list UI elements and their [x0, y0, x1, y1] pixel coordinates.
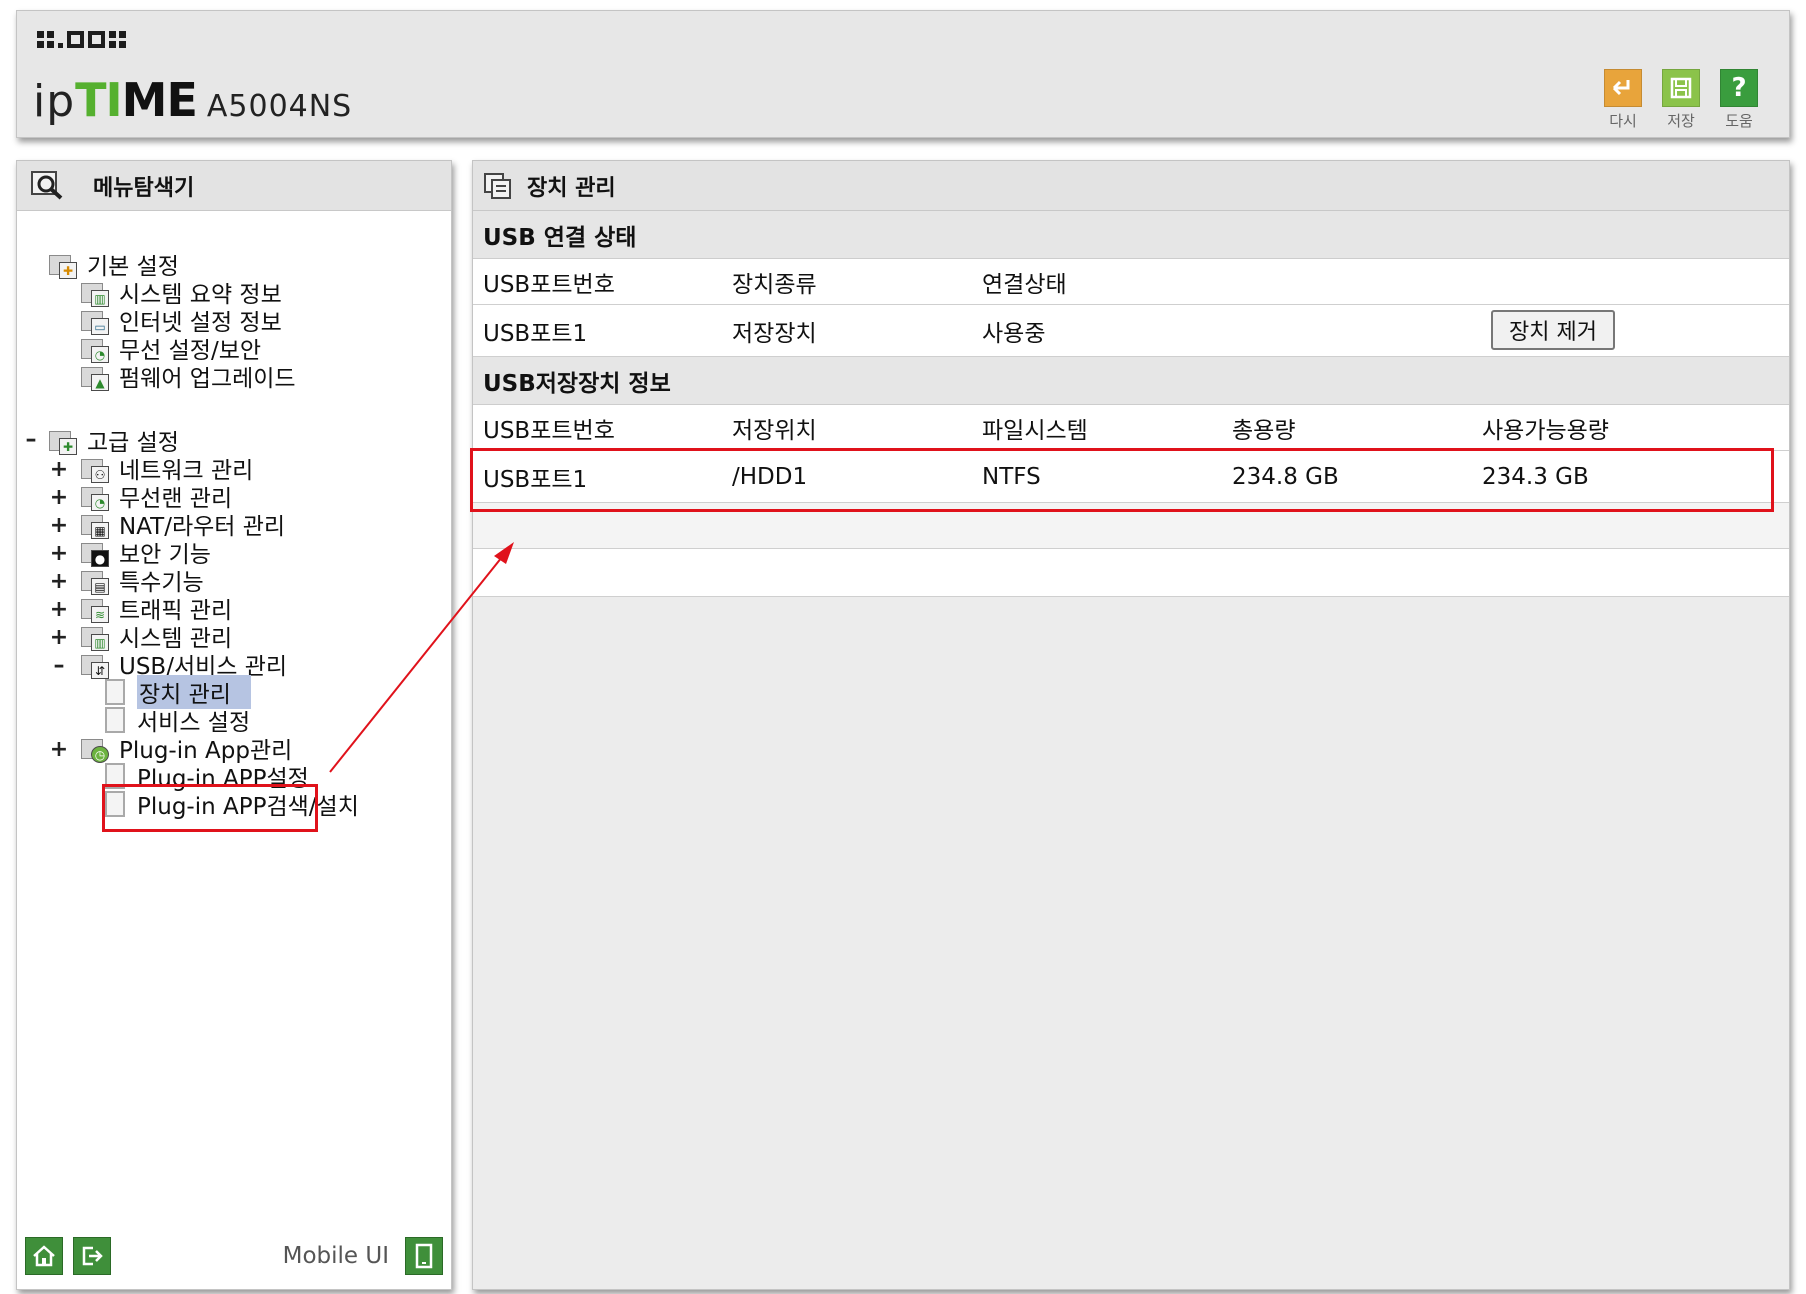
iptime-brand-mark: [37, 31, 126, 48]
magnifier-icon: [31, 170, 63, 199]
bar-chart-icon: ▥: [81, 621, 111, 651]
expand-toggle-icon[interactable]: +: [49, 625, 69, 650]
app-header: ip TIME A5004NS 다시 저장 ? 도움: [16, 10, 1790, 138]
question-icon: ?: [1720, 69, 1758, 107]
column-header: 총용량: [1232, 417, 1296, 444]
column-header: USB포트번호: [483, 271, 615, 298]
highlight-box-menu: [102, 784, 318, 832]
monitor-icon: ▭: [81, 305, 111, 335]
page-icon: [105, 679, 125, 705]
expand-toggle-icon[interactable]: +: [49, 737, 69, 762]
home-button[interactable]: [25, 1237, 63, 1275]
router-model: A5004NS: [206, 89, 353, 124]
content-header: 장치 관리: [473, 161, 1789, 211]
remove-device-button[interactable]: 장치 제거: [1491, 310, 1615, 350]
cell-port: USB포트1: [483, 320, 588, 347]
iptime-logo: ip TIME A5004NS: [33, 73, 353, 127]
menu-explorer-header: 메뉴탐색기: [17, 161, 451, 211]
expand-toggle-icon[interactable]: +: [49, 457, 69, 482]
table-row: USB포트1 저장장치 사용중 장치 제거: [473, 305, 1789, 357]
expand-toggle-icon[interactable]: +: [49, 597, 69, 622]
folder-settings-icon: ✚: [49, 425, 79, 455]
logout-button[interactable]: [73, 1237, 111, 1275]
mobile-ui-label[interactable]: Mobile UI: [283, 1243, 389, 1269]
wifi-icon: ◔: [81, 333, 111, 363]
column-header: 사용가능용량: [1482, 417, 1609, 444]
plugin-icon: ◷: [81, 733, 111, 763]
collapse-toggle-icon[interactable]: –: [21, 427, 41, 452]
expand-toggle-icon[interactable]: +: [49, 569, 69, 594]
cell-connection-status: 사용중: [982, 320, 1046, 347]
content-panel: 장치 관리 USB 연결 상태 USB포트번호 장치종류 연결상태 USB포트1…: [472, 160, 1790, 1290]
traffic-chart-icon: ≋: [81, 593, 111, 623]
bar-chart-icon: ▥: [81, 277, 111, 307]
column-header: USB포트번호: [483, 417, 615, 444]
sidebar-footer: Mobile UI: [25, 1237, 443, 1277]
help-label: 도움: [1725, 112, 1753, 130]
usb-folder-icon: ⇵: [81, 649, 111, 679]
mobile-ui-button[interactable]: [405, 1237, 443, 1275]
page-stack-icon: [484, 172, 511, 199]
expand-toggle-icon[interactable]: +: [49, 485, 69, 510]
mobile-phone-icon: [415, 1243, 433, 1269]
save-label: 저장: [1667, 112, 1695, 130]
expand-toggle-icon[interactable]: +: [49, 513, 69, 538]
collapse-toggle-icon[interactable]: –: [49, 653, 69, 678]
lock-icon: ●: [81, 537, 111, 567]
tree-label: 펌웨어 업그레이드: [119, 366, 296, 392]
wifi-icon: ◔: [81, 481, 111, 511]
logout-icon: [82, 1246, 103, 1266]
grid-icon: ▤: [81, 565, 111, 595]
cell-device-type: 저장장치: [732, 320, 817, 347]
undo-icon: [1604, 69, 1642, 107]
reset-label: 다시: [1609, 112, 1637, 130]
page-title: 장치 관리: [527, 175, 616, 201]
menu-explorer-panel: 메뉴탐색기 ✚ 기본 설정 ▥ 시스템 요약 정보 ▭ 인터넷 설정 정보 ◔ …: [16, 160, 452, 1290]
toolbar: 다시 저장 ? 도움: [1603, 69, 1759, 131]
reset-button[interactable]: 다시: [1603, 69, 1643, 131]
folder-settings-icon: ✚: [49, 249, 79, 279]
router-icon: ▦: [81, 509, 111, 539]
column-header: 연결상태: [982, 271, 1067, 298]
network-icon: ⚇: [81, 453, 111, 483]
help-button[interactable]: ? 도움: [1719, 69, 1759, 131]
storage-header-row: USB포트번호 저장위치 파일시스템 총용량 사용가능용량: [473, 405, 1789, 451]
column-header: 저장위치: [732, 417, 817, 444]
save-button[interactable]: 저장: [1661, 69, 1701, 131]
usb-status-header-row: USB포트번호 장치종류 연결상태: [473, 259, 1789, 305]
column-header: 파일시스템: [982, 417, 1088, 444]
expand-toggle-icon[interactable]: +: [49, 541, 69, 566]
page-icon: [105, 707, 125, 733]
menu-explorer-title: 메뉴탐색기: [93, 175, 195, 201]
empty-row: [473, 549, 1789, 597]
home-icon: [33, 1245, 55, 1267]
floppy-icon: [1662, 69, 1700, 107]
storage-info-heading: USB저장장치 정보: [473, 357, 1789, 405]
usb-status-heading: USB 연결 상태: [473, 211, 1789, 259]
upgrade-arrow-icon: ▲: [81, 361, 111, 391]
highlight-box-storage-row: [470, 448, 1774, 512]
column-header: 장치종류: [732, 271, 817, 298]
tree-item-firmware-upgrade[interactable]: ▲ 펌웨어 업그레이드: [81, 361, 296, 392]
